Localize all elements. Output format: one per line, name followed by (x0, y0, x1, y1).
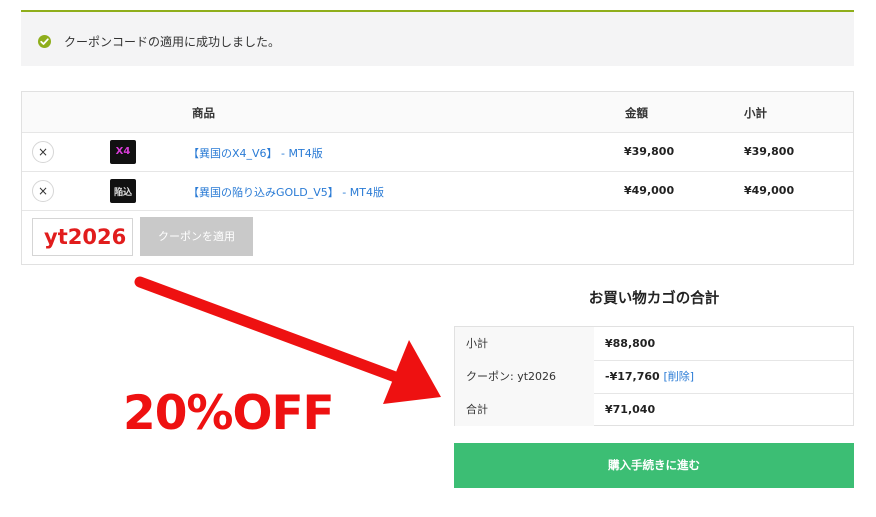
totals-row-subtotal: 小計 ¥88,800 (455, 327, 853, 361)
total-value: ¥71,040 (605, 403, 656, 416)
cart-totals-title: お買い物カゴの合計 (588, 291, 720, 307)
coupon-label: クーポン: yt2026 (455, 360, 594, 393)
subtotal-label: 小計 (455, 327, 594, 360)
total-label: 合計 (455, 393, 594, 426)
remove-coupon-link[interactable]: [削除] (664, 370, 695, 383)
promo-discount-label: 20%OFF (123, 386, 335, 441)
totals-row-total: 合計 ¥71,040 (455, 393, 853, 426)
coupon-discount: -¥17,760 [削除] (605, 360, 694, 393)
coupon-discount-value: -¥17,760 (605, 370, 660, 383)
proceed-to-checkout-button[interactable]: 購入手続きに進む (454, 443, 854, 488)
totals-row-coupon: クーポン: yt2026 -¥17,760 [削除] (455, 360, 853, 394)
subtotal-value: ¥88,800 (605, 337, 656, 350)
cart-totals-table: 小計 ¥88,800 クーポン: yt2026 -¥17,760 [削除] 合計… (454, 326, 854, 426)
